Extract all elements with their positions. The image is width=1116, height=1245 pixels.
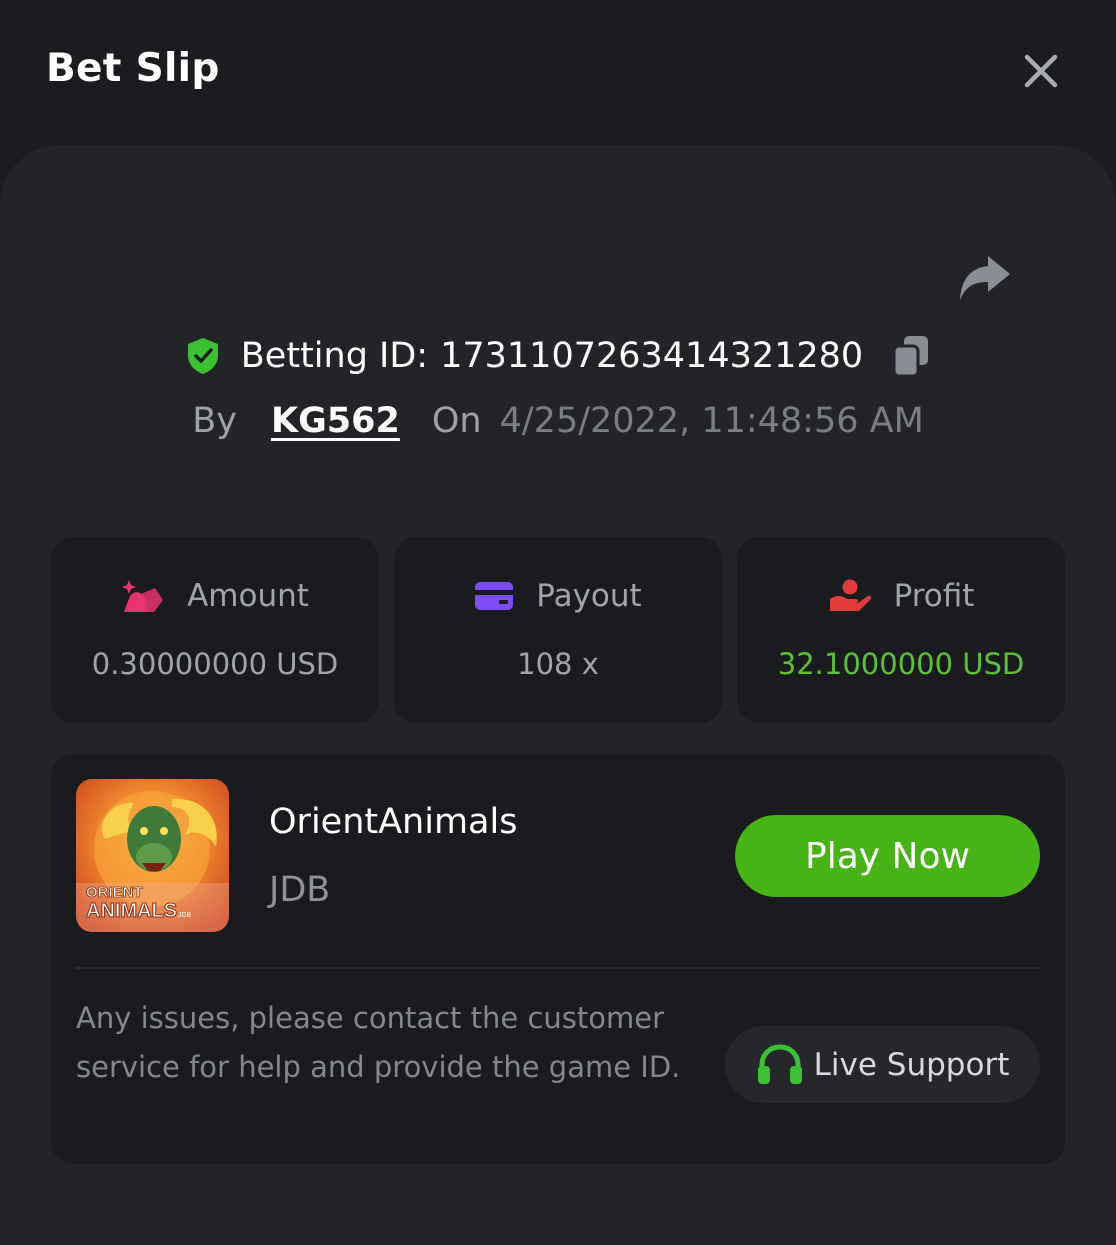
thumb-title-line2: ANIMALS [86, 900, 177, 922]
help-text: Any issues, please contact the customer … [76, 1001, 681, 1084]
payout-stat-header: Payout [394, 571, 722, 621]
hand-coin-icon [829, 579, 871, 611]
headset-icon [757, 1043, 802, 1084]
amount-stat-header: Amount [51, 571, 379, 621]
game-provider: JDB [269, 870, 331, 910]
divider [76, 967, 1040, 969]
thumb-title-line1: ORIENT [86, 884, 143, 901]
amount-label: Amount [187, 578, 309, 614]
betting-id-row: Betting ID: 1731107263414321280 [0, 328, 1116, 384]
game-thumbnail-art: ORIENT ANIMALS JDB [76, 779, 229, 932]
profit-value: 32.1000000 USD [777, 647, 1025, 681]
payout-label: Payout [536, 578, 642, 614]
header: Bet Slip [0, 0, 1116, 145]
betting-id-label: Betting ID: [240, 336, 429, 376]
page-title: Bet Slip [46, 46, 220, 91]
close-button[interactable] [1016, 46, 1066, 96]
copy-icon [892, 336, 929, 378]
money-bag-icon [122, 580, 164, 612]
by-label: By [192, 401, 237, 441]
live-support-label: Live Support [813, 1046, 1010, 1083]
verified-shield-icon [187, 338, 218, 374]
copy-id-button[interactable] [891, 333, 931, 379]
bet-meta-row: By KG562 On 4/25/2022, 11:48:56 AM [0, 396, 1116, 446]
close-icon [1024, 54, 1058, 88]
live-support-button[interactable]: Live Support [725, 1026, 1040, 1103]
bet-datetime: 4/25/2022, 11:48:56 AM [499, 401, 924, 441]
share-button[interactable] [954, 250, 1014, 306]
on-label: On [431, 401, 482, 441]
play-now-button[interactable]: Play Now [735, 815, 1040, 897]
share-icon [960, 256, 1010, 300]
game-panel: ORIENT ANIMALS JDB OrientAnimals JDB Pla… [51, 754, 1065, 1164]
profit-label: Profit [893, 578, 975, 614]
betting-id-value: 1731107263414321280 [440, 336, 864, 376]
user-link[interactable]: KG562 [271, 401, 400, 441]
payout-stat-card: Payout 108 x [394, 537, 722, 723]
payout-value: 108 x [517, 647, 599, 681]
game-thumbnail[interactable]: ORIENT ANIMALS JDB [76, 779, 229, 932]
profit-stat-card: Profit 32.1000000 USD [737, 537, 1065, 723]
game-name: OrientAnimals [269, 802, 518, 842]
amount-value: 0.30000000 USD [91, 647, 339, 681]
amount-stat-card: Amount 0.30000000 USD [51, 537, 379, 723]
credit-card-icon [475, 582, 514, 610]
profit-stat-header: Profit [737, 571, 1065, 621]
thumb-provider-tag: JDB [178, 912, 192, 919]
